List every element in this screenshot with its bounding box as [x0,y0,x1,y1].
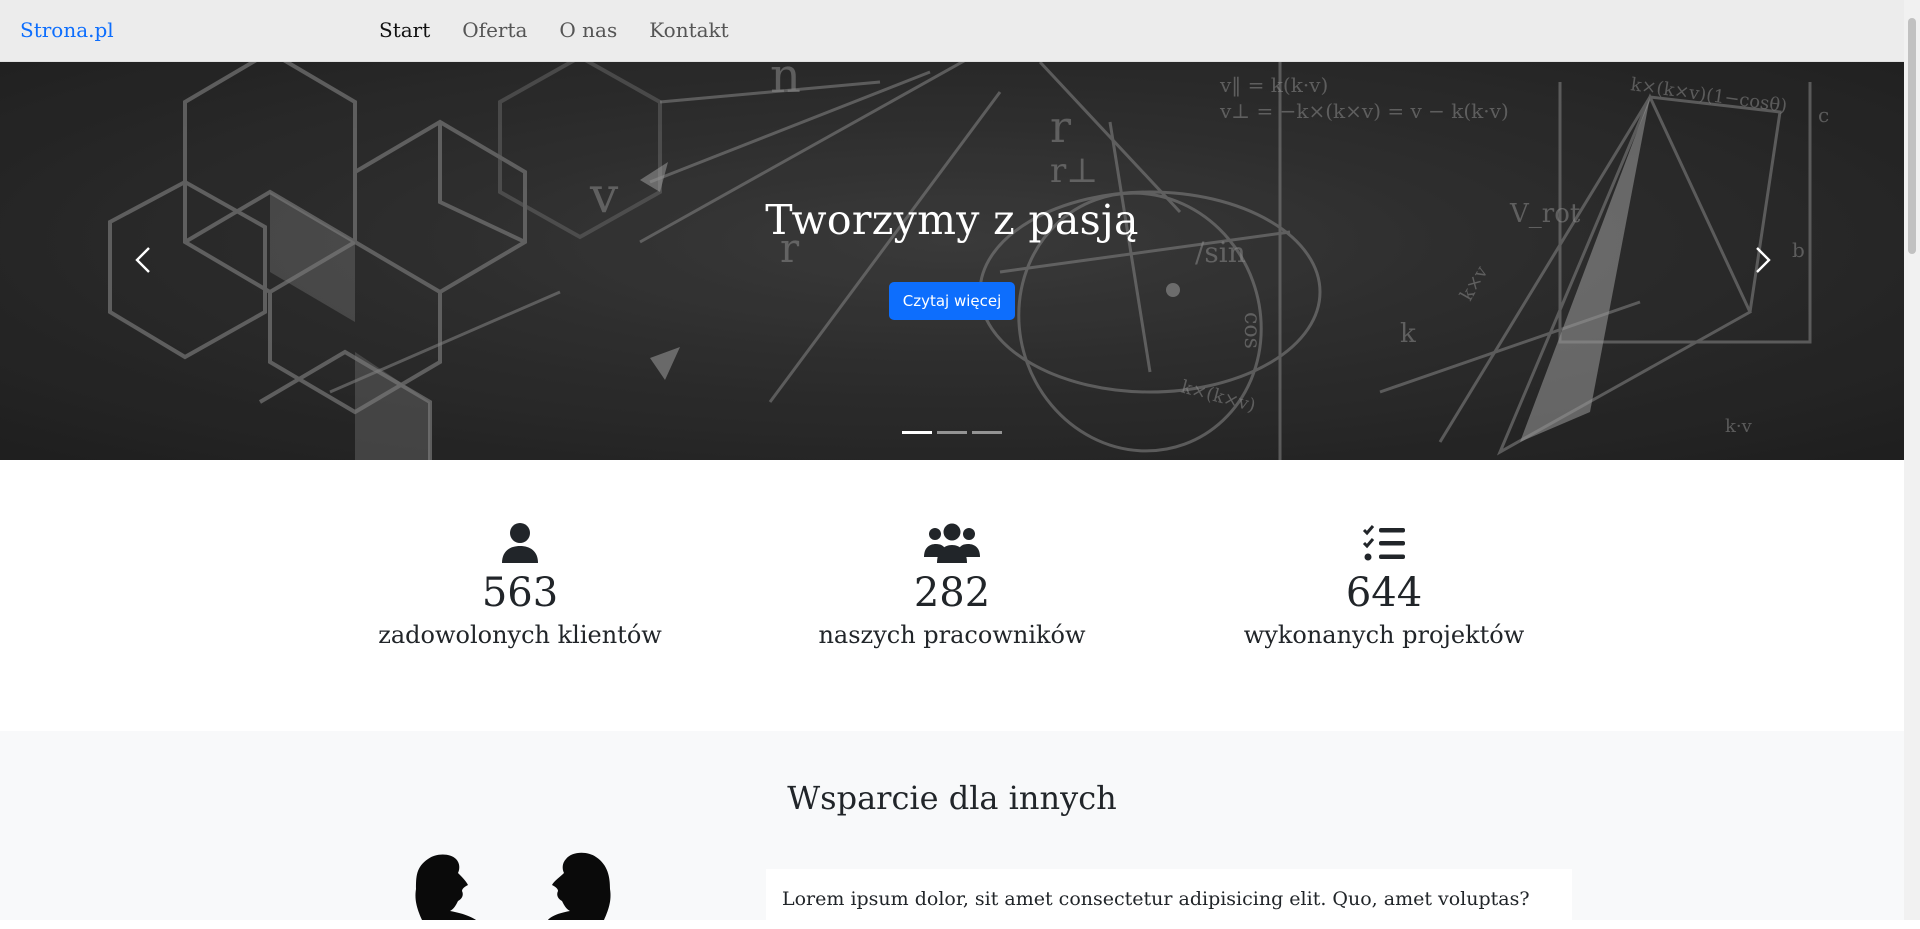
carousel-indicators [902,431,1002,434]
user-icon [502,523,538,563]
chevron-right-icon [1756,247,1771,273]
list-check-icon [1362,525,1405,561]
carousel-next-button[interactable] [1742,240,1782,280]
stat-clients: 563 zadowolonych klientów [320,521,720,649]
read-more-button[interactable]: Czytaj więcej [889,282,1015,320]
hero-carousel: n v r r /sin cos k k×(k×v) V_rot b c r⊥ … [0,62,1904,460]
scrollbar-thumb[interactable] [1908,18,1916,254]
carousel-indicator-1[interactable] [902,431,932,434]
chevron-left-icon [135,247,150,273]
nav-link-kontakt[interactable]: Kontakt [649,18,728,42]
section-title: Wsparcie dla innych [787,779,1117,817]
nav-link-oferta[interactable]: Oferta [462,18,527,42]
carousel-prev-button[interactable] [124,240,164,280]
nav-links: Start Oferta O nas Kontakt [379,18,729,42]
nav-link-o-nas[interactable]: O nas [559,18,617,42]
support-text: Lorem ipsum dolor, sit amet consectetur … [782,888,1530,910]
page-scrollbar[interactable] [1904,0,1920,920]
brand-link[interactable]: Strona.pl [20,18,114,42]
support-text-card: Lorem ipsum dolor, sit amet consectetur … [766,869,1572,929]
users-icon [924,523,980,563]
stat-projects: 644 wykonanych projektów [1184,521,1584,649]
stat-label: naszych pracowników [818,621,1086,649]
two-people-silhouette-icon [415,852,611,920]
stat-label: wykonanych projektów [1243,621,1525,649]
carousel-indicator-3[interactable] [972,431,1002,434]
stat-number: 563 [481,570,559,616]
support-section: Wsparcie dla innych Lorem ipsum dolor, s… [0,731,1904,929]
stats-section: 563 zadowolonych klientów 282 naszych pr… [0,460,1904,731]
stat-label: zadowolonych klientów [378,621,662,649]
stat-number: 644 [1345,570,1423,616]
nav-link-start[interactable]: Start [379,18,430,42]
navbar: Strona.pl Start Oferta O nas Kontakt [0,0,1904,62]
carousel-indicator-2[interactable] [937,431,967,434]
stat-number: 282 [913,570,991,616]
stat-employees: 282 naszych pracowników [752,521,1152,649]
hero-title: Tworzymy z pasją [765,196,1139,244]
hero-background-image: n v r r /sin cos k k×(k×v) V_rot b c r⊥ … [0,62,1904,460]
